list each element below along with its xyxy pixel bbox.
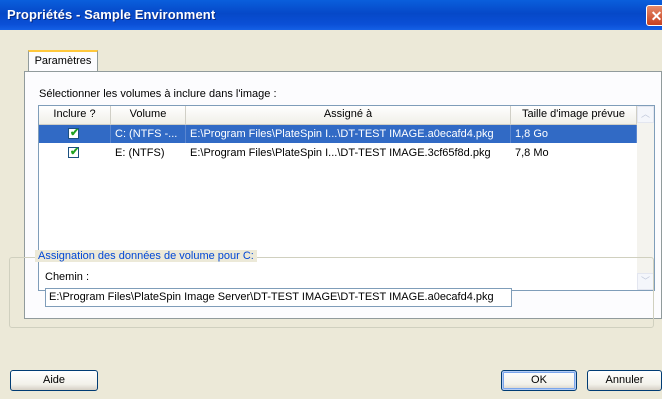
tab-parametres[interactable]: Paramètres [28,50,98,71]
assigned-to-cell: E:\Program Files\PlateSpin I...\DT-TEST … [186,125,511,143]
include-cell: ✔ [39,144,111,162]
cancel-button[interactable]: Annuler [587,370,662,391]
include-checkbox[interactable]: ✔ [68,127,80,139]
close-button[interactable]: ✕ [646,5,662,26]
path-label: Chemin : [45,271,90,283]
ok-button[interactable]: OK [501,370,577,391]
volume-cell: E: (NTFS) [115,147,165,159]
table-row[interactable]: ✔ C: (NTFS -... E:\Program Files\PlateSp… [39,125,637,143]
checkmark-icon: ✔ [70,127,80,139]
column-header-include[interactable]: Inclure ? [39,106,111,124]
column-header-image-size[interactable]: Taille d'image prévue [511,106,637,124]
image-size-cell: 7,8 Mo [515,147,549,159]
checkmark-icon: ✔ [70,146,80,158]
title-bar[interactable]: Propriétés - Sample Environment ✕ [0,0,662,30]
dialog-body: Paramètres Sélectionner les volumes à in… [0,30,662,399]
image-size-cell: 1,8 Go [511,125,637,143]
chevron-up-icon: ︿ [640,109,650,119]
volume-assignment-legend: Assignation des données de volume pour C… [35,250,257,262]
window-title: Propriétés - Sample Environment [7,7,216,22]
column-header-assigned-to[interactable]: Assigné à [186,106,511,124]
include-checkbox[interactable]: ✔ [68,146,80,158]
scroll-up-button[interactable]: ︿ [637,106,654,123]
volumes-select-label: Sélectionner les volumes à inclure dans … [39,88,277,100]
path-field[interactable]: E:\Program Files\PlateSpin Image Server\… [45,288,512,307]
volumes-list-header: Inclure ? Volume Assigné à Taille d'imag… [39,106,637,125]
close-icon: ✕ [650,8,662,24]
include-cell: ✔ [39,125,111,143]
column-header-volume[interactable]: Volume [111,106,186,124]
volume-cell: C: (NTFS -... [111,125,186,143]
help-button[interactable]: Aide [10,370,98,391]
table-row[interactable]: ✔ E: (NTFS) E:\Program Files\PlateSpin I… [39,144,637,162]
assigned-to-cell: E:\Program Files\PlateSpin I...\DT-TEST … [190,147,491,159]
